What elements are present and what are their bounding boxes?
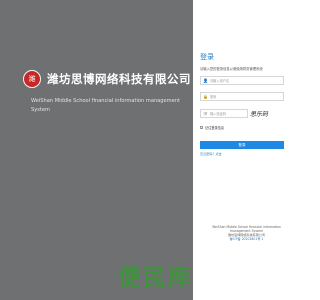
system-subtitle: WeiShan Middle School financial informat… xyxy=(31,98,180,113)
icp-link[interactable]: 鲁ICP备 20201801号-1 xyxy=(193,237,300,241)
watermark-text: 便民库 xyxy=(118,265,193,291)
captcha-placeholder: 输入验证码 xyxy=(210,112,227,116)
captcha-field[interactable]: 🛡 输入验证码 xyxy=(200,109,248,118)
left-panel: 潍 潍坊思博网络科技有限公司 WeiShan Middle School fin… xyxy=(0,0,193,300)
password-field[interactable]: 🔒 密码 xyxy=(200,92,284,101)
username-placeholder: 请输入用户名 xyxy=(209,79,230,83)
captcha-text: 思乐码 xyxy=(250,111,269,118)
footer: WeiShan Middle School financial informat… xyxy=(193,225,300,241)
forgot-password-link[interactable]: 忘记密码？点击 xyxy=(200,151,222,156)
remember-label: 记住登录信息 xyxy=(205,126,225,130)
captcha-image[interactable]: 思乐码 xyxy=(250,109,282,118)
shield-icon: 🛡 xyxy=(203,110,209,116)
login-title: 登录 xyxy=(200,53,214,61)
password-placeholder: 密码 xyxy=(209,95,217,99)
login-subtitle: 请输入您的登录信息以便使用财务管理系统 xyxy=(200,67,263,71)
login-button[interactable]: 登录 xyxy=(200,141,284,149)
user-icon: 👤 xyxy=(203,77,208,83)
lock-icon: 🔒 xyxy=(203,93,208,99)
remember-checkbox[interactable] xyxy=(200,126,203,129)
username-field[interactable]: 👤 请输入用户名 xyxy=(200,76,284,85)
brand: 潍 潍坊思博网络科技有限公司 xyxy=(23,70,191,88)
remember-me[interactable]: 记住登录信息 xyxy=(200,125,224,130)
company-name: 潍坊思博网络科技有限公司 xyxy=(47,72,191,86)
company-logo-icon: 潍 xyxy=(23,70,41,88)
login-panel: 登录 请输入您的登录信息以便使用财务管理系统 👤 请输入用户名 🔒 密码 🛡 输… xyxy=(193,0,300,300)
logo-text: 潍 xyxy=(28,74,36,83)
